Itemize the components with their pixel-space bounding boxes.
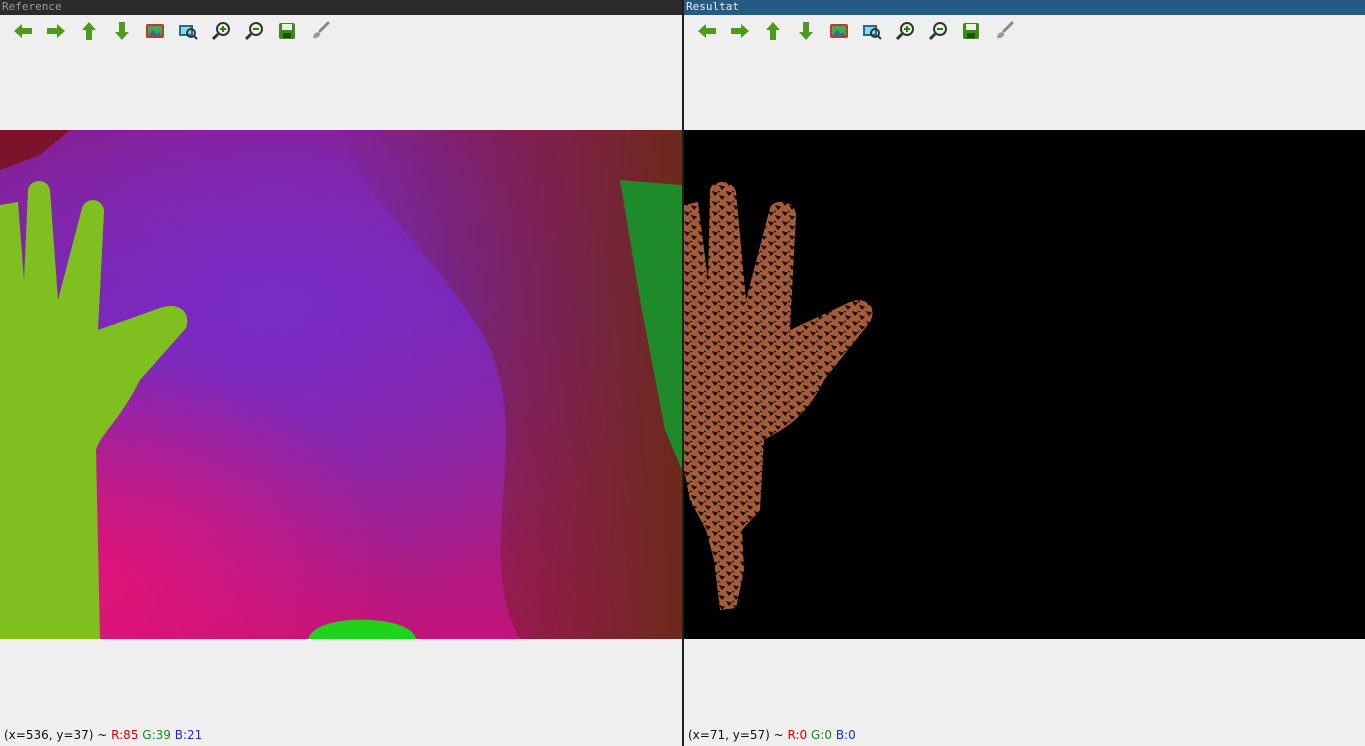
pan-left-button[interactable] [690, 18, 723, 44]
image-icon [829, 24, 848, 38]
zoom-in-icon [895, 22, 914, 41]
toolbar [6, 18, 336, 44]
pixel-info-status: (x=71, y=57) ~ R:0 G:0 B:0 [688, 728, 856, 743]
pan-down-button[interactable] [789, 18, 822, 44]
arrow-left-icon [13, 24, 32, 38]
image-icon [145, 24, 164, 38]
pan-right-button[interactable] [39, 18, 72, 44]
arrow-right-icon [730, 24, 749, 38]
arrow-down-icon [114, 22, 129, 40]
window-title: Resultat [684, 0, 1365, 15]
arrow-right-icon [46, 24, 65, 38]
arrow-down-icon [798, 22, 813, 40]
pan-right-button[interactable] [723, 18, 756, 44]
red-value: R:85 [111, 728, 139, 742]
result-image[interactable] [684, 130, 1365, 639]
pan-left-button[interactable] [6, 18, 39, 44]
properties-button[interactable] [303, 18, 336, 44]
zoom-in-button[interactable] [888, 18, 921, 44]
pan-down-button[interactable] [105, 18, 138, 44]
zoom-out-icon [244, 22, 263, 41]
zoom-in-icon [211, 22, 230, 41]
reference-image[interactable] [0, 130, 682, 639]
save-button[interactable] [954, 18, 987, 44]
arrow-left-icon [697, 24, 716, 38]
zoom-to-original-button[interactable] [822, 18, 855, 44]
pixel-info-status: (x=536, y=37) ~ R:85 G:39 B:21 [4, 728, 202, 743]
save-button[interactable] [270, 18, 303, 44]
result-window: Resultat (x=71, y=57) ~ R:0 G:0 B:0 [684, 0, 1365, 746]
red-value: R:0 [787, 728, 808, 742]
reference-window: Reference (x=536, y=37) ~ R:85 G:39 B:21 [0, 0, 682, 746]
zoom-out-icon [928, 22, 947, 41]
result-image-content [684, 181, 873, 610]
zoom-fit-button[interactable] [171, 18, 204, 44]
cursor-coords: (x=536, y=37) ~ [4, 728, 112, 742]
arrow-up-icon [81, 22, 96, 40]
pan-up-button[interactable] [756, 18, 789, 44]
zoom-in-button[interactable] [204, 18, 237, 44]
zoom-out-button[interactable] [921, 18, 954, 44]
zoom-fit-icon [178, 25, 198, 40]
zoom-out-button[interactable] [237, 18, 270, 44]
zoom-fit-button[interactable] [855, 18, 888, 44]
green-value: G:0 [811, 728, 832, 742]
save-icon [962, 23, 979, 39]
brush-icon [996, 21, 1013, 39]
reference-image-content [0, 130, 682, 639]
green-value: G:39 [142, 728, 171, 742]
blue-value: B:0 [835, 728, 856, 742]
brush-icon [312, 21, 329, 39]
arrow-up-icon [765, 22, 780, 40]
zoom-to-original-button[interactable] [138, 18, 171, 44]
window-title: Reference [0, 0, 682, 15]
toolbar [690, 18, 1020, 44]
properties-button[interactable] [987, 18, 1020, 44]
zoom-fit-icon [862, 25, 882, 40]
blue-value: B:21 [174, 728, 203, 742]
save-icon [278, 23, 295, 39]
pan-up-button[interactable] [72, 18, 105, 44]
cursor-coords: (x=71, y=57) ~ [688, 728, 788, 742]
